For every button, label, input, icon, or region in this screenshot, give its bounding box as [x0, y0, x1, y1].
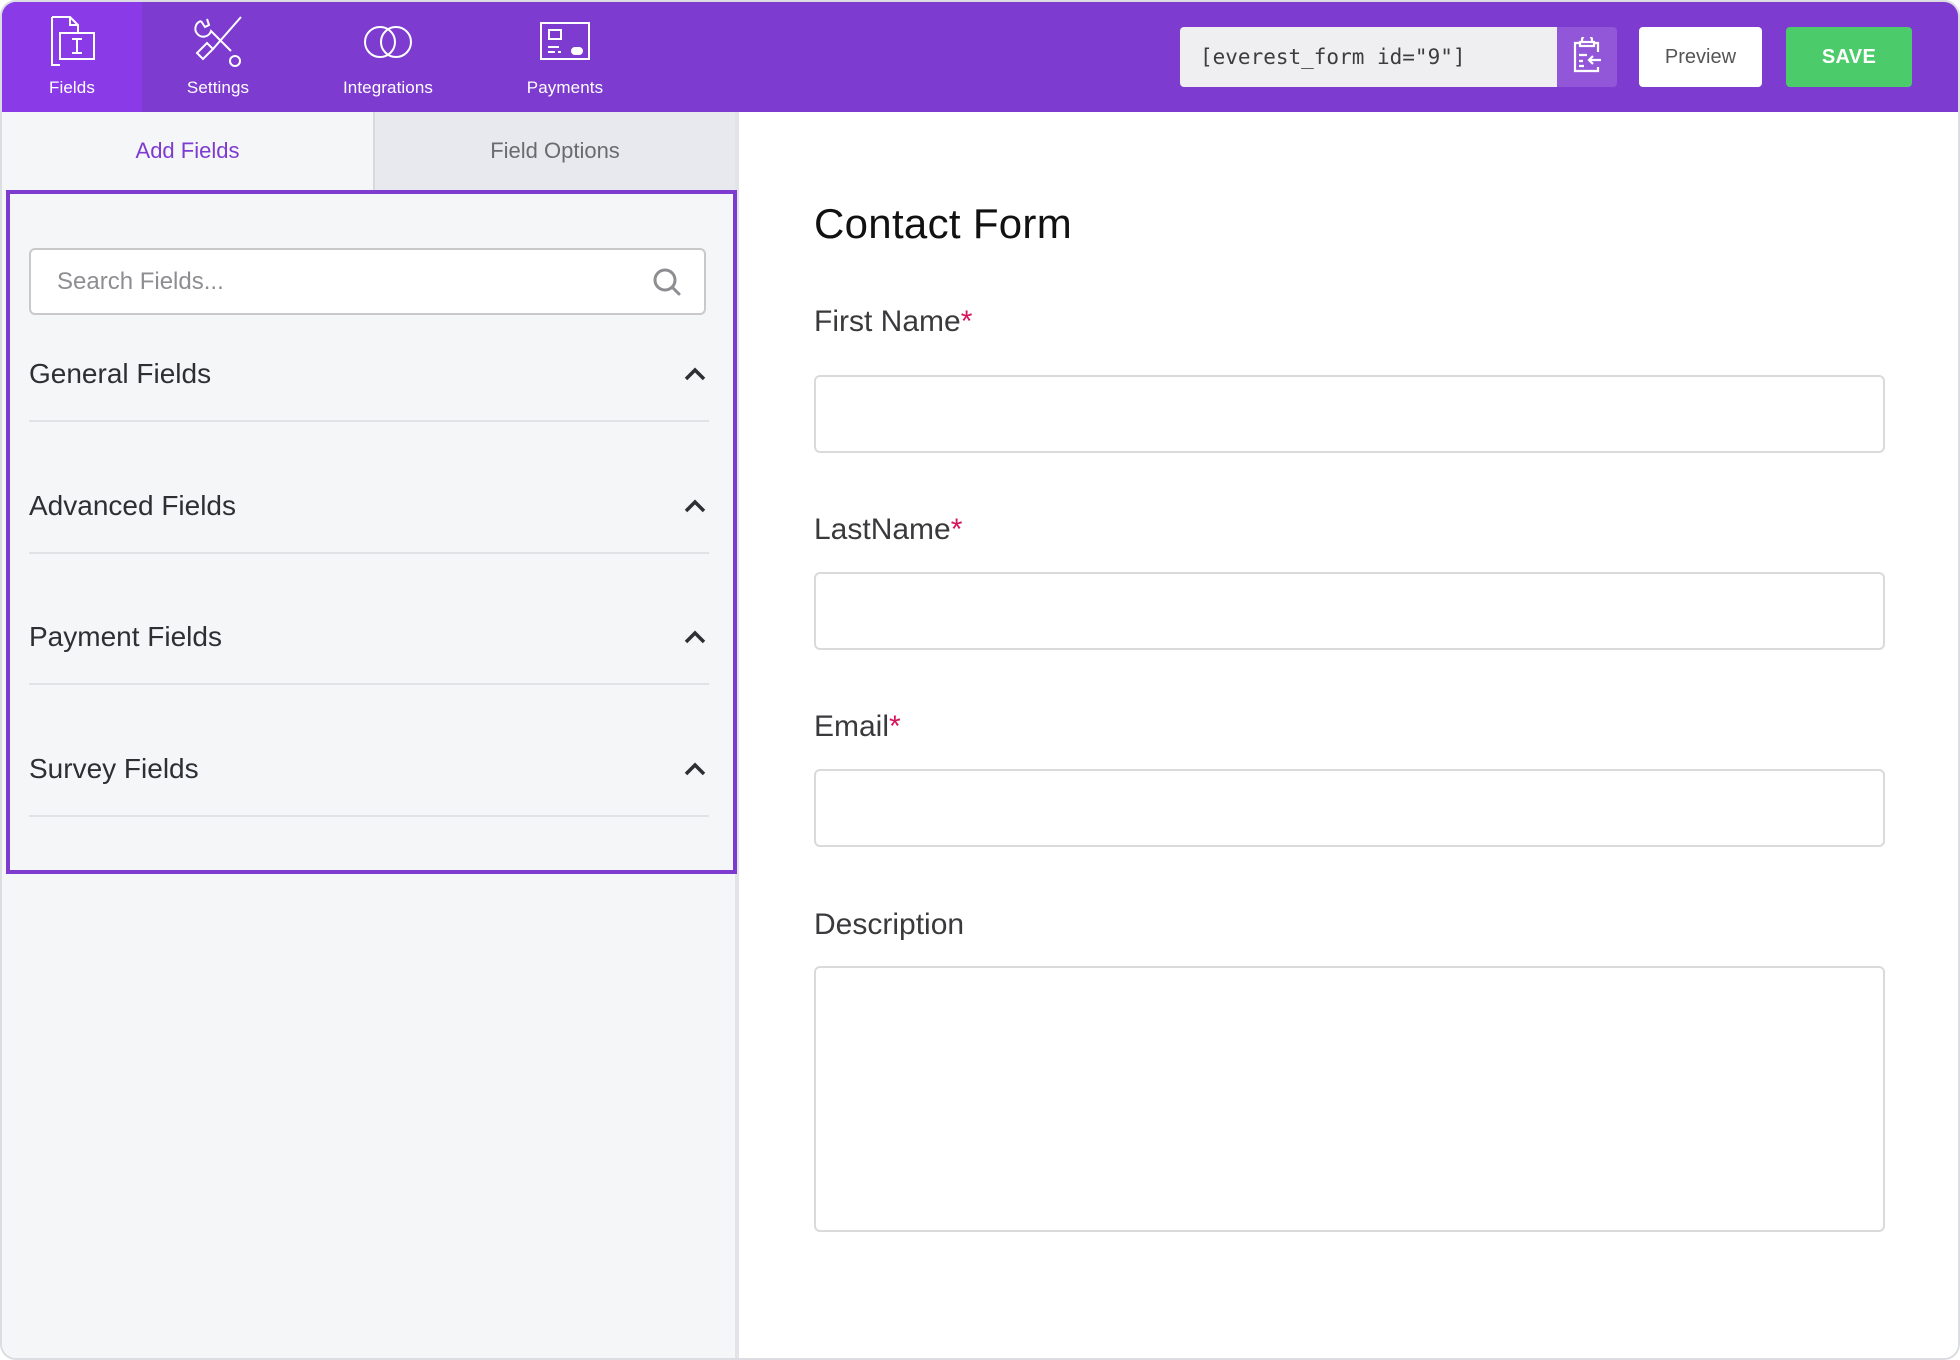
email-input[interactable] [814, 769, 1885, 847]
first-name-input[interactable] [814, 375, 1885, 453]
form-builder-window: Fields Settings Integrations Payments [e… [0, 0, 1960, 1360]
section-divider [29, 683, 709, 685]
section-general-fields[interactable]: General Fields [29, 334, 709, 434]
clipboard-copy-icon [1572, 33, 1602, 78]
section-title: Payment Fields [29, 621, 222, 652]
section-title: Survey Fields [29, 753, 199, 784]
preview-button[interactable]: Preview [1639, 27, 1762, 87]
section-advanced-fields[interactable]: Advanced Fields [29, 466, 709, 566]
chevron-up-icon[interactable] [681, 496, 709, 516]
top-toolbar: Fields Settings Integrations Payments [e… [2, 2, 1958, 112]
section-divider [29, 420, 709, 422]
add-fields-panel: General Fields Advanced Fields Payment F… [6, 190, 737, 874]
search-icon[interactable] [652, 267, 682, 297]
nav-tab-fields[interactable]: Fields [2, 2, 142, 112]
nav-tab-settings[interactable]: Settings [162, 2, 274, 112]
nav-tab-label: Payments [526, 78, 604, 97]
section-divider [29, 552, 709, 554]
save-button[interactable]: SAVE [1786, 27, 1912, 87]
required-marker: * [889, 710, 901, 743]
tab-field-options[interactable]: Field Options [373, 112, 735, 190]
nav-tab-label: Integrations [342, 78, 434, 97]
integrations-rings-icon [360, 14, 416, 70]
search-fields-input[interactable] [31, 250, 704, 313]
payments-card-icon [537, 14, 593, 70]
label-text: Description [814, 908, 965, 941]
search-box [29, 248, 706, 315]
section-divider [29, 815, 709, 817]
copy-shortcode-button[interactable] [1557, 27, 1617, 87]
fields-sidebar: Add Fields Field Options General Fields [2, 112, 739, 1358]
nav-tab-label: Fields [49, 78, 95, 97]
tab-add-fields[interactable]: Add Fields [2, 112, 373, 190]
section-title: General Fields [29, 358, 212, 389]
section-payment-fields[interactable]: Payment Fields [29, 597, 709, 697]
description-textarea[interactable] [814, 966, 1885, 1232]
required-marker: * [960, 305, 973, 338]
nav-tab-label: Settings [186, 78, 250, 97]
field-label-email: Email* [814, 710, 901, 744]
nav-tab-integrations[interactable]: Integrations [328, 2, 448, 112]
field-label-first-name: First Name* [814, 305, 972, 339]
label-text: First Name [814, 305, 961, 338]
chevron-up-icon[interactable] [681, 364, 709, 384]
field-label-last-name: LastName* [814, 513, 962, 547]
section-title: Advanced Fields [29, 490, 237, 521]
label-text: Email [814, 710, 890, 743]
field-label-description: Description [814, 908, 964, 942]
section-survey-fields[interactable]: Survey Fields [29, 729, 709, 829]
settings-tools-icon [190, 14, 246, 70]
chevron-up-icon[interactable] [681, 627, 709, 647]
fields-icon [44, 14, 100, 70]
nav-tab-payments[interactable]: Payments [510, 2, 620, 112]
chevron-up-icon[interactable] [681, 759, 709, 779]
required-marker: * [950, 513, 963, 546]
shortcode-field[interactable] [1180, 27, 1557, 87]
form-title: Contact Form [814, 200, 1072, 247]
label-text: LastName [814, 513, 951, 546]
form-preview-canvas: Contact Form First Name* LastName* Email… [743, 112, 1958, 1358]
last-name-input[interactable] [814, 572, 1885, 650]
